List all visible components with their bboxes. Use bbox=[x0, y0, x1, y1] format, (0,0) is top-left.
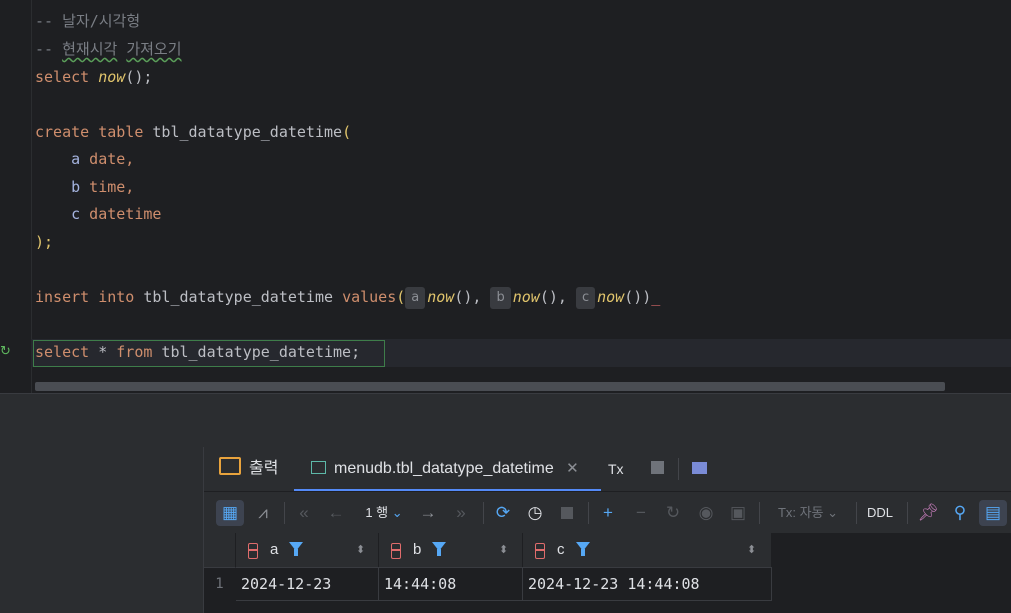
toolbar-separator bbox=[759, 502, 760, 524]
code-line-6: a date, bbox=[71, 150, 135, 168]
horizontal-scrollbar[interactable] bbox=[35, 382, 945, 391]
code-line-11: insert into tbl_datatype_datetime values… bbox=[35, 284, 660, 311]
code-line-7: b time, bbox=[71, 178, 135, 196]
prev-page-icon[interactable]: ← bbox=[325, 500, 347, 526]
stop-query-icon[interactable] bbox=[556, 500, 578, 526]
filter-icon[interactable] bbox=[432, 542, 446, 556]
execution-check-icon: ↻ bbox=[0, 344, 11, 359]
tab-output[interactable]: 출력 bbox=[219, 447, 278, 489]
filter-icon[interactable] bbox=[289, 542, 303, 556]
last-page-icon[interactable]: » bbox=[450, 500, 472, 526]
chart-view-icon[interactable]: ⩘ bbox=[250, 500, 276, 526]
toolbar-separator bbox=[588, 502, 589, 524]
tx-mode-dropdown[interactable]: Tx: 자동 ⌄ bbox=[772, 500, 844, 526]
add-row-icon[interactable]: + bbox=[597, 500, 619, 526]
sql-editor[interactable]: -- 날자/시각형 -- 현재시각 가져오기 select now(); cre… bbox=[0, 0, 1011, 393]
toolbar-separator bbox=[856, 502, 857, 524]
services-tree-pane bbox=[0, 447, 204, 613]
pin-icon[interactable]: 📌︎ bbox=[917, 500, 939, 526]
key-icon bbox=[535, 543, 545, 559]
revert-icon[interactable]: ↻ bbox=[662, 500, 684, 526]
services-tab-bar: 출력 menudb.tbl_datatype_datetime ✕ Tx bbox=[204, 447, 1011, 492]
sort-icon[interactable]: ⬍ bbox=[499, 533, 508, 567]
panel-splitter[interactable] bbox=[0, 393, 1011, 448]
row-number: 1 bbox=[215, 576, 224, 592]
column-header-c[interactable]: c ⬍ bbox=[523, 533, 772, 568]
preview-icon[interactable]: ◉ bbox=[695, 500, 717, 526]
param-hint-b: b bbox=[490, 287, 511, 309]
close-icon[interactable]: ✕ bbox=[566, 460, 579, 477]
code-line-13: select * from tbl_datatype_datetime; bbox=[35, 343, 361, 361]
result-toolbar: ▦ ⩘ « ← 1 행 ⌄ → » ⟳ ◷ + − ↻ ◉ ▣ Tx: 자동 ⌄… bbox=[204, 491, 1011, 534]
param-hint-a: a bbox=[405, 287, 426, 309]
table-icon bbox=[311, 461, 326, 474]
key-icon bbox=[391, 543, 401, 559]
code-line-2: -- 현재시각 가져오기 bbox=[35, 40, 182, 58]
filter-view-icon[interactable]: ▤ bbox=[979, 500, 1007, 526]
submit-icon[interactable]: ▣ bbox=[727, 500, 749, 526]
column-header-a[interactable]: a ⬍ bbox=[236, 533, 379, 568]
first-page-icon[interactable]: « bbox=[293, 500, 315, 526]
refresh-icon[interactable]: ⟳ bbox=[492, 500, 514, 526]
stop-icon[interactable] bbox=[651, 447, 664, 489]
key-icon bbox=[248, 543, 258, 559]
code-line-1: -- 날자/시각형 bbox=[35, 12, 141, 30]
toolbar-separator bbox=[284, 502, 285, 524]
filter-icon[interactable] bbox=[576, 542, 590, 556]
page-size-dropdown[interactable]: 1 행 ⌄ bbox=[356, 500, 412, 526]
param-hint-c: c bbox=[575, 287, 596, 309]
layout-icon[interactable] bbox=[692, 447, 707, 489]
tab-tx[interactable]: Tx bbox=[608, 447, 624, 489]
editor-gutter bbox=[0, 0, 32, 393]
column-header-b[interactable]: b ⬍ bbox=[379, 533, 523, 568]
toolbar-separator bbox=[907, 502, 908, 524]
next-page-icon[interactable]: → bbox=[417, 500, 439, 526]
table-cell-b[interactable]: 14:44:08 bbox=[379, 567, 523, 601]
search-icon[interactable]: ⚲ bbox=[949, 500, 971, 526]
history-icon[interactable]: ◷ bbox=[524, 500, 546, 526]
console-icon bbox=[219, 457, 241, 475]
row-number-header bbox=[204, 533, 236, 568]
code-line-5: create table tbl_datatype_datetime( bbox=[35, 123, 352, 141]
table-view-icon[interactable]: ▦ bbox=[216, 500, 244, 526]
sort-icon[interactable]: ⬍ bbox=[747, 533, 756, 567]
code-line-8: c datetime bbox=[71, 205, 162, 223]
tab-result[interactable]: menudb.tbl_datatype_datetime ✕ bbox=[294, 447, 601, 492]
code-line-3: select now(); bbox=[35, 68, 153, 86]
result-grid: a ⬍ b ⬍ c ⬍ 1 2024-12-23 14:44:08 2024-1… bbox=[204, 533, 1011, 613]
code-line-9: ); bbox=[35, 233, 54, 251]
table-cell-a[interactable]: 2024-12-23 bbox=[236, 567, 379, 601]
ddl-button[interactable]: DDL bbox=[864, 500, 896, 526]
table-cell-c[interactable]: 2024-12-23 14:44:08 bbox=[523, 567, 772, 601]
sort-icon[interactable]: ⬍ bbox=[356, 533, 365, 567]
remove-row-icon[interactable]: − bbox=[630, 500, 652, 526]
tab-separator bbox=[678, 458, 679, 480]
toolbar-separator bbox=[483, 502, 484, 524]
